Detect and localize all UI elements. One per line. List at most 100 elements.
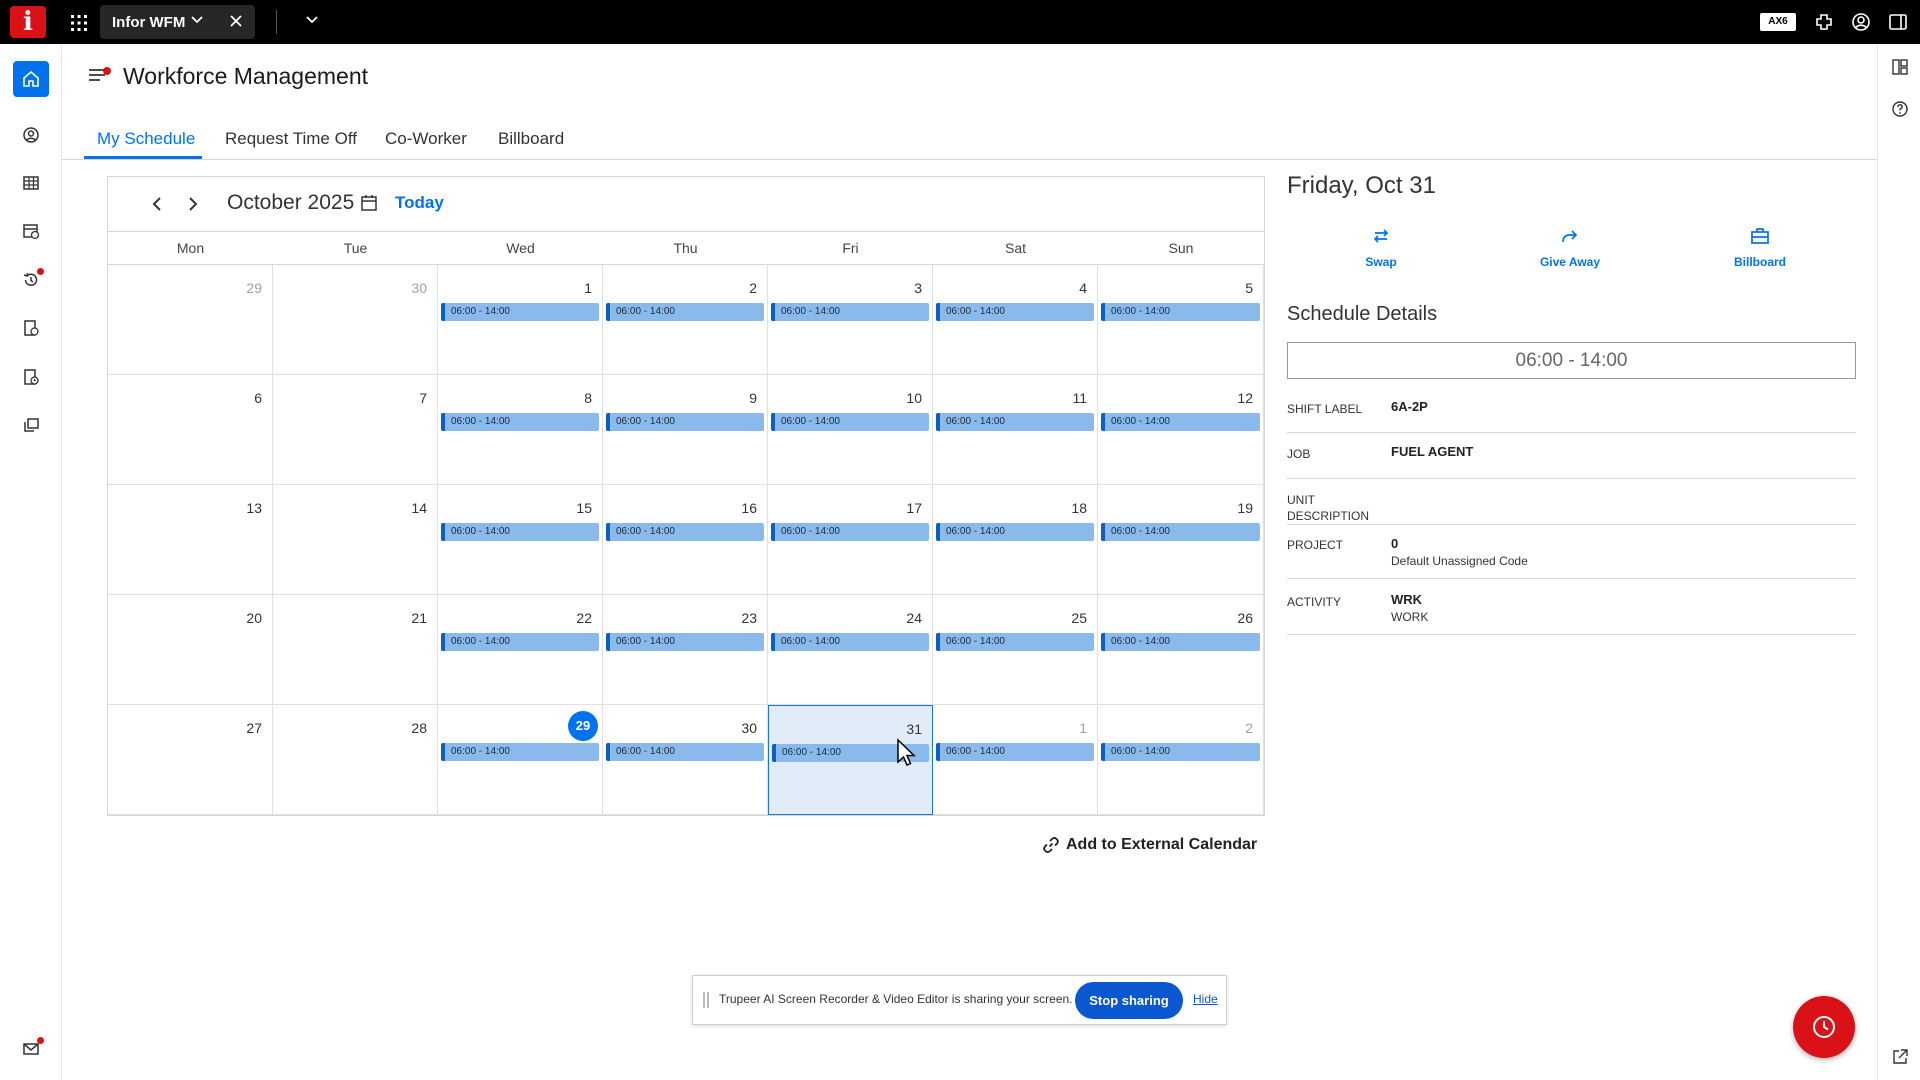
calendar-day-cell[interactable]: 28 [273, 705, 438, 815]
calendar-day-cell[interactable]: 26 06:00 - 14:00 [1098, 595, 1264, 705]
shift-block[interactable]: 06:00 - 14:00 [936, 413, 1094, 431]
shift-block[interactable]: 06:00 - 14:00 [441, 523, 599, 541]
add-external-calendar-button[interactable]: Add to External Calendar [1042, 836, 1257, 854]
calendar-day-cell[interactable]: 11 06:00 - 14:00 [933, 375, 1098, 485]
shift-block[interactable]: 06:00 - 14:00 [441, 633, 599, 651]
day-number: 24 [906, 610, 922, 626]
tab-my-schedule[interactable]: My Schedule [97, 129, 195, 149]
calendar-day-cell[interactable]: 19 06:00 - 14:00 [1098, 485, 1264, 595]
calendar-day-cell[interactable]: 23 06:00 - 14:00 [603, 595, 768, 705]
today-button[interactable]: Today [395, 193, 444, 213]
calendar-day-cell[interactable]: 20 [108, 595, 273, 705]
calendar-picker-icon[interactable] [360, 194, 378, 212]
shift-block[interactable]: 06:00 - 14:00 [1101, 743, 1260, 761]
calendar-day-cell[interactable]: 13 [108, 485, 273, 595]
calendar-day-cell[interactable]: 29 [108, 265, 273, 375]
calendar-day-cell[interactable]: 2 06:00 - 14:00 [603, 265, 768, 375]
shift-block[interactable]: 06:00 - 14:00 [606, 413, 764, 431]
calendar-day-cell[interactable]: 18 06:00 - 14:00 [933, 485, 1098, 595]
calendar-day-cell[interactable]: 15 06:00 - 14:00 [438, 485, 603, 595]
shift-block[interactable]: 06:00 - 14:00 [1101, 303, 1260, 321]
drag-handle-icon[interactable] [703, 992, 709, 1008]
shift-block[interactable]: 06:00 - 14:00 [771, 413, 929, 431]
day-number: 4 [1079, 280, 1087, 296]
table-icon[interactable] [13, 165, 49, 201]
clock-fab-button[interactable] [1793, 996, 1855, 1058]
calendar-day-cell[interactable]: 25 06:00 - 14:00 [933, 595, 1098, 705]
layout-panel-icon[interactable] [1891, 58, 1909, 76]
infor-logo[interactable]: i [10, 6, 46, 38]
close-icon[interactable] [228, 13, 244, 29]
panel-toggle-icon[interactable] [1888, 12, 1908, 32]
shift-block[interactable]: 06:00 - 14:00 [606, 633, 764, 651]
user-profile-icon[interactable] [1851, 12, 1871, 32]
help-icon[interactable] [1891, 100, 1909, 118]
day-number: 19 [1237, 500, 1253, 516]
shift-block[interactable]: 06:00 - 14:00 [936, 303, 1094, 321]
calendar-schedule-icon[interactable] [13, 213, 49, 249]
shift-block[interactable]: 06:00 - 14:00 [1101, 523, 1260, 541]
calendar-day-cell[interactable]: 21 [273, 595, 438, 705]
shift-block[interactable]: 06:00 - 14:00 [936, 523, 1094, 541]
day-number: 20 [246, 610, 262, 626]
shift-block[interactable]: 06:00 - 14:00 [936, 633, 1094, 651]
calendar-day-cell[interactable]: 16 06:00 - 14:00 [603, 485, 768, 595]
shift-block[interactable]: 06:00 - 14:00 [771, 523, 929, 541]
tab-request-time-off[interactable]: Request Time Off [225, 129, 357, 149]
calendar-day-cell[interactable]: 2 06:00 - 14:00 [1098, 705, 1264, 815]
home-icon[interactable] [13, 61, 49, 97]
calendar-day-cell[interactable]: 22 06:00 - 14:00 [438, 595, 603, 705]
shift-block[interactable]: 06:00 - 14:00 [606, 523, 764, 541]
shift-block[interactable]: 06:00 - 14:00 [1101, 633, 1260, 651]
chevron-down-icon[interactable] [190, 15, 204, 25]
external-link-icon[interactable] [1891, 1048, 1909, 1066]
calendar-day-cell[interactable]: 24 06:00 - 14:00 [768, 595, 933, 705]
calendar-day-cell[interactable]: 17 06:00 - 14:00 [768, 485, 933, 595]
billboard-button[interactable]: Billboard [1700, 225, 1820, 269]
calendar-day-cell[interactable]: 6 [108, 375, 273, 485]
shift-block[interactable]: 06:00 - 14:00 [1101, 413, 1260, 431]
calendar-day-cell[interactable]: 1 06:00 - 14:00 [933, 705, 1098, 815]
calendar-day-cell[interactable]: 8 06:00 - 14:00 [438, 375, 603, 485]
calendar-day-cell[interactable]: 9 06:00 - 14:00 [603, 375, 768, 485]
environment-badge: AX6 [1760, 13, 1796, 31]
calendar-day-cell[interactable]: 30 [273, 265, 438, 375]
calendar-day-cell[interactable]: 27 [108, 705, 273, 815]
person-icon[interactable] [13, 117, 49, 153]
mail-icon[interactable] [13, 1031, 49, 1067]
calendar-day-cell[interactable]: 14 [273, 485, 438, 595]
shift-block[interactable]: 06:00 - 14:00 [936, 743, 1094, 761]
calendar-day-cell[interactable]: 7 [273, 375, 438, 485]
shift-block[interactable]: 06:00 - 14:00 [771, 303, 929, 321]
calendar-day-cell[interactable]: 5 06:00 - 14:00 [1098, 265, 1264, 375]
timecard-icon[interactable] [13, 359, 49, 395]
calendar-day-cell[interactable]: 29 06:00 - 14:00 [438, 705, 603, 815]
tab-co-worker[interactable]: Co-Worker [385, 129, 467, 149]
shift-block[interactable]: 06:00 - 14:00 [606, 303, 764, 321]
calendar-day-cell[interactable]: 10 06:00 - 14:00 [768, 375, 933, 485]
copy-icon[interactable] [13, 407, 49, 443]
calendar-day-cell[interactable]: 1 06:00 - 14:00 [438, 265, 603, 375]
clock-doc-icon[interactable] [13, 310, 49, 346]
calendar-day-cell[interactable]: 3 06:00 - 14:00 [768, 265, 933, 375]
detail-row-job: JOB FUEL AGENT [1287, 433, 1856, 479]
history-icon[interactable] [13, 262, 49, 298]
calendar-day-cell[interactable]: 4 06:00 - 14:00 [933, 265, 1098, 375]
calendar-day-cell[interactable]: 30 06:00 - 14:00 [603, 705, 768, 815]
calendar-day-cell[interactable]: 12 06:00 - 14:00 [1098, 375, 1264, 485]
tabs-dropdown-icon[interactable] [305, 15, 319, 25]
chevron-left-icon[interactable] [150, 195, 164, 213]
shift-block[interactable]: 06:00 - 14:00 [771, 633, 929, 651]
shift-block[interactable]: 06:00 - 14:00 [441, 413, 599, 431]
chevron-right-icon[interactable] [186, 195, 200, 213]
puzzle-icon[interactable] [1814, 12, 1834, 32]
shift-block[interactable]: 06:00 - 14:00 [441, 743, 599, 761]
give-away-button[interactable]: Give Away [1510, 225, 1630, 269]
app-grid-icon[interactable] [68, 12, 90, 34]
stop-sharing-button[interactable]: Stop sharing [1075, 982, 1183, 1019]
hide-link[interactable]: Hide [1193, 992, 1218, 1006]
swap-button[interactable]: Swap [1321, 225, 1441, 269]
shift-block[interactable]: 06:00 - 14:00 [606, 743, 764, 761]
shift-block[interactable]: 06:00 - 14:00 [441, 303, 599, 321]
tab-billboard[interactable]: Billboard [498, 129, 564, 149]
